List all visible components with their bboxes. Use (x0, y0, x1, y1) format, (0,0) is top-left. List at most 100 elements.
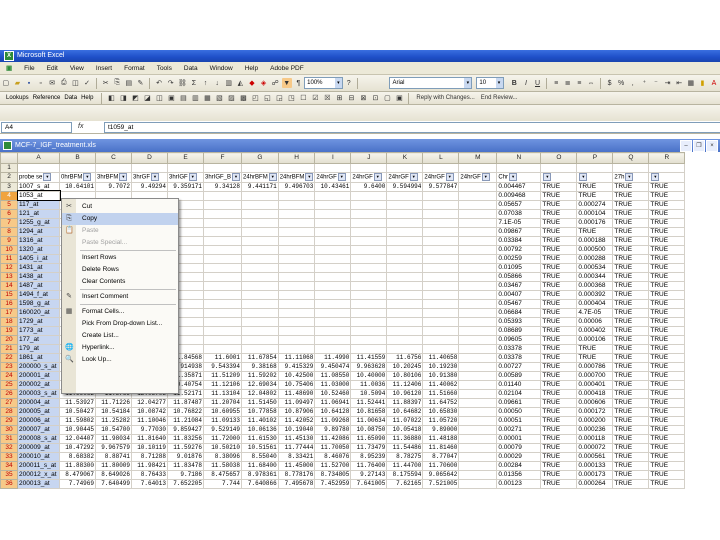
cell[interactable]: TRUE (540, 181, 578, 192)
context-menu-item-create-list[interactable]: Create List... (62, 330, 178, 342)
print-preview-icon[interactable]: ◫ (71, 78, 81, 88)
drawing-icon[interactable]: ◭ (236, 78, 246, 88)
cell[interactable]: 10.42500 (277, 370, 316, 381)
cell[interactable]: 200000_s_at (17, 361, 60, 372)
cell[interactable] (422, 244, 460, 255)
cell[interactable]: TRUE (612, 388, 650, 399)
cut-icon[interactable]: ✂ (101, 78, 111, 88)
cell[interactable] (241, 334, 279, 345)
cell[interactable] (458, 217, 498, 228)
cell[interactable] (277, 307, 316, 318)
cell[interactable]: 11.54486 (386, 442, 424, 453)
cell[interactable]: 10.54700 (95, 424, 132, 435)
cell[interactable]: 10.08742 (131, 406, 168, 417)
cell[interactable]: 0.00727 (496, 361, 542, 372)
column-header-b[interactable]: B (59, 152, 96, 164)
cell[interactable]: TRUE (612, 334, 650, 345)
cell[interactable]: TRUE (648, 424, 686, 435)
cell[interactable]: 11.83256 (167, 433, 204, 444)
cell[interactable]: 10.87906 (277, 406, 316, 417)
cell[interactable]: TRUE (612, 478, 650, 489)
row-header[interactable]: 28 (0, 406, 18, 417)
autofilter-dropdown-icon[interactable]: ▼ (625, 173, 634, 181)
cell[interactable] (350, 289, 388, 300)
cell[interactable]: 200003_s_at (17, 388, 60, 399)
cell[interactable]: 0.004467 (496, 181, 542, 192)
cell[interactable] (241, 190, 279, 201)
cell[interactable]: 0.000200 (576, 415, 614, 426)
research-icon[interactable]: ☍ (270, 78, 280, 88)
cell[interactable]: TRUE (648, 442, 686, 453)
cell[interactable] (458, 253, 498, 264)
cell[interactable]: TRUE (612, 253, 650, 264)
cell[interactable]: 10.64101 (59, 181, 96, 192)
cell[interactable]: 179_at (17, 343, 60, 354)
cell[interactable] (458, 298, 498, 309)
cell[interactable] (458, 271, 498, 282)
cell[interactable]: 8.778176 (277, 469, 316, 480)
cell[interactable] (458, 190, 498, 201)
menu-format[interactable]: Format (118, 65, 151, 72)
cell[interactable]: 0.000401 (576, 379, 614, 390)
underline-icon[interactable]: U (533, 78, 543, 88)
column-header-l[interactable]: L (422, 152, 460, 164)
cell[interactable]: 200008_s_at (17, 433, 60, 444)
cell[interactable]: 11.44700 (386, 460, 424, 471)
cell[interactable] (241, 280, 279, 291)
cell[interactable] (314, 271, 352, 282)
cell[interactable]: 200002_at (17, 379, 60, 390)
cell[interactable]: 0.000173 (576, 469, 614, 480)
row-header[interactable]: 20 (0, 334, 18, 345)
cell[interactable]: TRUE (540, 406, 578, 417)
cell[interactable]: 0.00407 (496, 289, 542, 300)
cell[interactable]: 9.859427 (167, 424, 204, 435)
cell[interactable]: 0.000274 (576, 199, 614, 210)
cell[interactable]: 9.6400 (350, 181, 388, 192)
percent-icon[interactable]: % (616, 78, 626, 88)
cell[interactable] (314, 199, 352, 210)
cell[interactable] (458, 334, 498, 345)
context-menu-item-paste[interactable]: 📋 Paste (62, 225, 178, 237)
cell[interactable] (386, 289, 424, 300)
cell[interactable] (202, 325, 243, 336)
cell[interactable]: 1438_at (17, 271, 60, 282)
cell[interactable] (202, 244, 243, 255)
cell[interactable]: 0.03378 (496, 352, 542, 363)
cell[interactable]: TRUE (576, 226, 614, 237)
cell[interactable] (350, 199, 388, 210)
cell[interactable]: 9.359171 (167, 181, 204, 192)
cell[interactable] (277, 163, 316, 173)
cell[interactable]: TRUE (612, 280, 650, 291)
cell[interactable]: 11.80009 (95, 460, 132, 471)
inc-decimal-icon[interactable]: ⁺ (640, 78, 650, 88)
cell[interactable] (386, 217, 424, 228)
new-icon[interactable]: ▢ (1, 78, 11, 88)
cell[interactable]: 0.000418 (576, 388, 614, 399)
cell[interactable] (277, 334, 316, 345)
cell[interactable] (202, 208, 243, 219)
cell[interactable]: 200009_at (17, 442, 60, 453)
cell[interactable]: TRUE (612, 217, 650, 228)
email-icon[interactable]: ✉ (47, 78, 57, 88)
cell[interactable]: 0.000236 (576, 424, 614, 435)
cell[interactable]: 0.00589 (496, 370, 542, 381)
review5-icon[interactable]: ◫ (154, 93, 164, 103)
cell[interactable]: TRUE (648, 406, 686, 417)
cell[interactable]: TRUE (540, 253, 578, 264)
font-select[interactable]: Arial ▾ (389, 77, 473, 89)
cell[interactable]: 9.7186 (167, 469, 204, 480)
cell[interactable]: 7.641005 (350, 478, 388, 489)
cell[interactable]: 1598_g_at (17, 298, 60, 309)
cell[interactable]: TRUE (540, 361, 578, 372)
cell[interactable] (386, 343, 424, 354)
cell[interactable]: TRUE (540, 298, 578, 309)
review-icon[interactable]: ◧ (106, 93, 116, 103)
align-left-icon[interactable]: ≡ (551, 78, 561, 88)
sort-asc-icon[interactable]: ↑ (201, 78, 211, 88)
cell[interactable]: TRUE (540, 235, 578, 246)
cell[interactable]: 11.51209 (202, 370, 243, 381)
cell[interactable] (202, 343, 243, 354)
cell[interactable] (277, 343, 316, 354)
cell[interactable]: TRUE (648, 361, 686, 372)
font-size-select[interactable]: 10 ▾ (476, 77, 504, 89)
